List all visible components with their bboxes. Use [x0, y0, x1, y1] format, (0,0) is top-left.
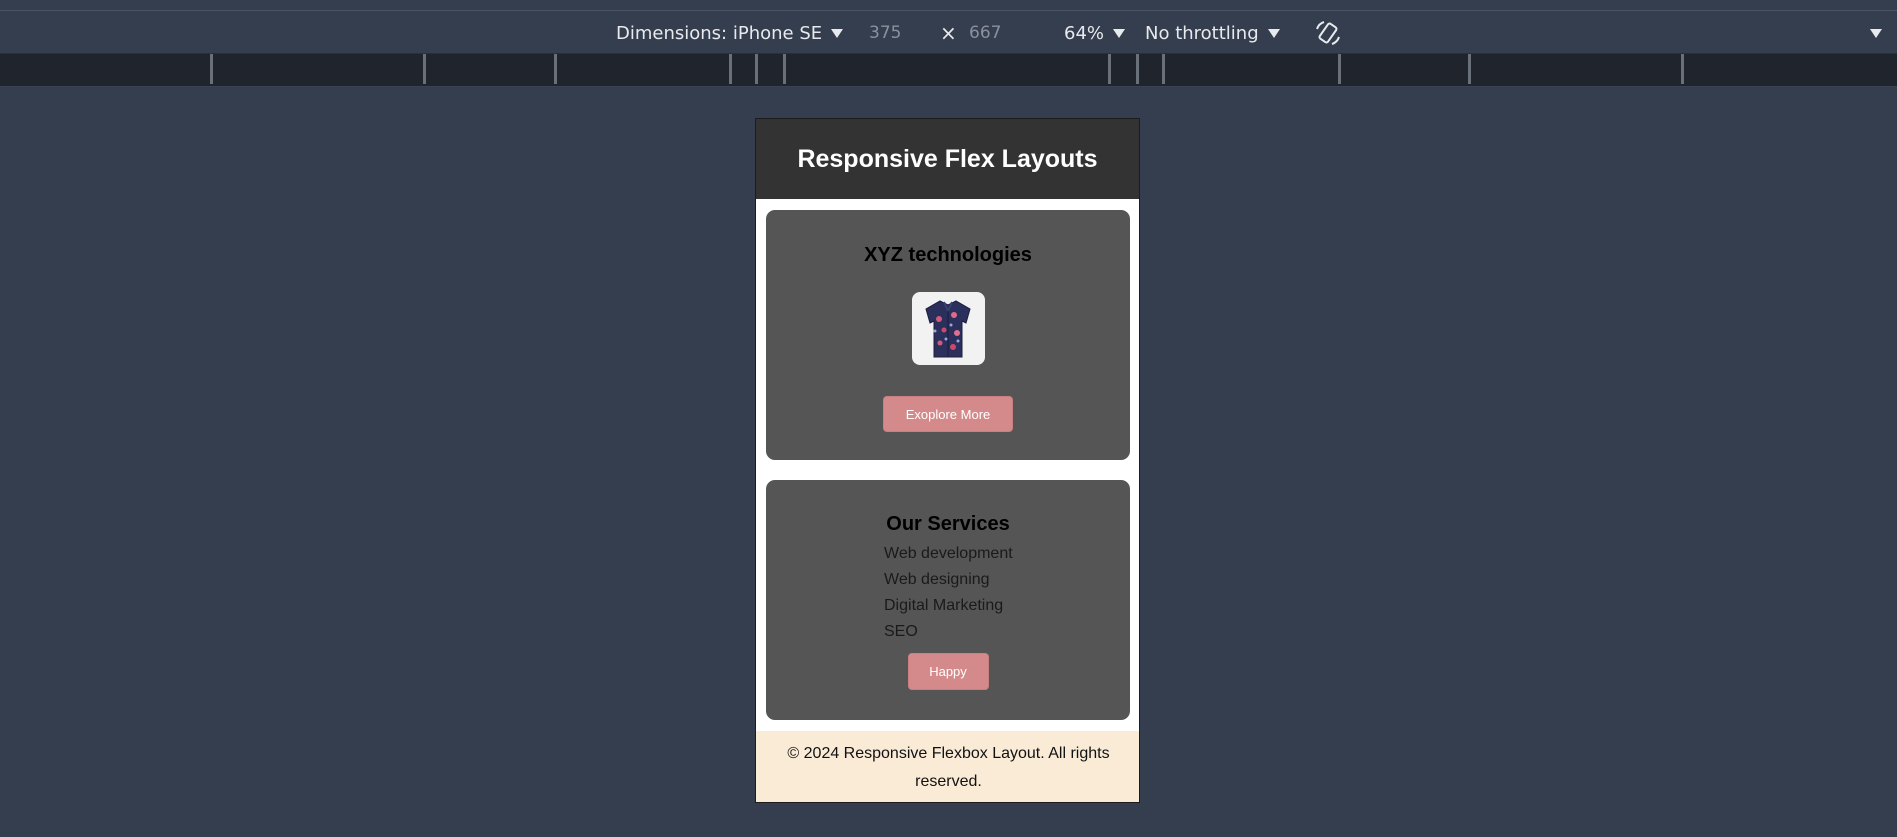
happy-button[interactable]: Happy	[907, 653, 989, 690]
throttling-dropdown[interactable]: No throttling	[1145, 12, 1280, 54]
dimensions-dropdown[interactable]: Dimensions: iPhone SE	[616, 12, 844, 54]
times-icon: ×	[940, 21, 957, 45]
ruler-tick	[1108, 54, 1111, 84]
ruler-tick	[1136, 54, 1139, 84]
zoom-label: 64%	[1064, 22, 1105, 44]
width-input[interactable]: 375	[869, 12, 901, 54]
chevron-down-icon	[1870, 28, 1882, 38]
site-footer: © 2024 Responsive Flexbox Layout. All ri…	[756, 731, 1139, 802]
ruler-tick	[1681, 54, 1684, 84]
ruler-tick	[783, 54, 786, 84]
more-options-button[interactable]	[1870, 12, 1882, 54]
list-item: Web development	[884, 545, 1013, 562]
list-item: Web designing	[884, 571, 990, 588]
devtools-top-strip	[0, 0, 1897, 11]
ruler-tick	[423, 54, 426, 84]
ruler-tick	[1338, 54, 1341, 84]
list-item: SEO	[884, 623, 918, 640]
ruler-tick	[554, 54, 557, 84]
emulated-device-screen: Responsive Flex Layouts XYZ technologies…	[755, 118, 1140, 803]
ruler-tick	[1162, 54, 1165, 84]
company-card-title: XYZ technologies	[864, 244, 1032, 266]
services-card: Our Services Web development Web designi…	[766, 480, 1130, 720]
rotate-icon	[1316, 21, 1340, 45]
ruler-tick	[1468, 54, 1471, 84]
company-card: XYZ technologies Exoplore More	[766, 210, 1130, 460]
zoom-dropdown[interactable]: 64%	[1064, 12, 1126, 54]
ruler-tick	[755, 54, 758, 84]
chevron-down-icon	[1267, 28, 1280, 38]
device-toolbar: Dimensions: iPhone SE 375 × 667 64% No t…	[0, 12, 1897, 54]
product-image	[911, 292, 985, 365]
chevron-down-icon	[1113, 28, 1126, 38]
shirt-icon	[925, 299, 971, 357]
chevron-down-icon	[831, 28, 844, 38]
services-list: Web development Web designing Digital Ma…	[884, 541, 1014, 645]
throttling-label: No throttling	[1145, 22, 1259, 44]
ruler-tick	[210, 54, 213, 84]
height-input[interactable]: 667	[969, 12, 1001, 54]
rotate-button[interactable]	[1313, 12, 1343, 54]
services-card-title: Our Services	[886, 513, 1010, 535]
page-title: Responsive Flex Layouts	[797, 144, 1098, 173]
explore-more-button[interactable]: Exoplore More	[883, 396, 1013, 432]
list-item: Digital Marketing	[884, 597, 1004, 614]
ruler-tick	[729, 54, 732, 84]
media-query-ruler[interactable]	[0, 54, 1897, 87]
dimensions-label: Dimensions: iPhone SE	[616, 22, 823, 44]
footer-text: © 2024 Responsive Flexbox Layout. All ri…	[787, 744, 1110, 790]
site-header: Responsive Flex Layouts	[756, 119, 1139, 199]
